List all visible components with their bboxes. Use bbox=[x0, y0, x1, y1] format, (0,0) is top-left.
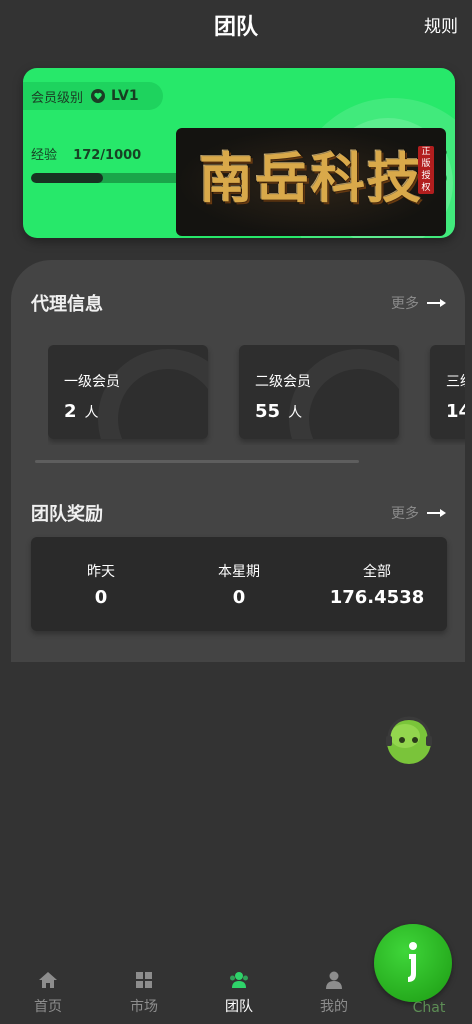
experience-row: 经验 172/1000 bbox=[31, 144, 141, 163]
reward-value: 0 bbox=[94, 587, 108, 608]
agent-more-label: 更多 bbox=[391, 296, 419, 312]
horizontal-scrollbar[interactable] bbox=[35, 460, 359, 463]
member-level-card: 会员级别 LV1 经验 172/1000 % 南岳科技 正版授权 bbox=[23, 68, 455, 238]
nav-item-market[interactable]: 市场 bbox=[104, 970, 184, 1016]
experience-progress-fill bbox=[31, 173, 103, 183]
home-icon bbox=[39, 972, 57, 988]
nav-label: 我的 bbox=[320, 999, 348, 1015]
agent-card-count: 55 人 bbox=[255, 401, 303, 422]
agent-card-count: 2人 bbox=[64, 401, 99, 422]
team-rewards-title: 团队奖励 bbox=[31, 504, 103, 525]
team-icon bbox=[230, 972, 248, 988]
main-panel: 代理信息 更多 一级会员 2人 二级会员 55人 三级会员 14人 团队奖励 更… bbox=[11, 260, 465, 662]
nav-item-home[interactable]: 首页 bbox=[8, 970, 88, 1016]
nav-label: 团队 bbox=[225, 999, 253, 1015]
brand-logo-seal: 正版授权 bbox=[418, 146, 434, 194]
agent-card-label: 三级会员 bbox=[446, 374, 465, 390]
agent-card-level-3[interactable]: 三级会员 14人 bbox=[430, 345, 465, 439]
heart-badge-icon bbox=[91, 89, 106, 103]
arrow-right-icon bbox=[427, 299, 446, 307]
nav-item-mine[interactable]: 我的 bbox=[294, 970, 374, 1016]
agent-card-level-1[interactable]: 一级会员 2人 bbox=[48, 345, 208, 439]
assistant-mascot-icon[interactable] bbox=[385, 714, 433, 766]
reward-label: 全部 bbox=[363, 564, 391, 580]
brand-logo-text: 南岳科技 bbox=[199, 146, 423, 210]
reward-value: 176.4538 bbox=[329, 587, 425, 608]
rules-link[interactable]: 规则 bbox=[424, 12, 458, 37]
reward-value: 0 bbox=[232, 587, 246, 608]
bottom-nav: 首页 市场 团队 我的 Chat bbox=[0, 962, 472, 1024]
nav-label: 市场 bbox=[130, 999, 158, 1015]
experience-label: 经验 bbox=[31, 148, 58, 163]
reward-total: 全部 176.4538 bbox=[307, 561, 447, 608]
grid-icon bbox=[136, 972, 152, 988]
agent-card-count: 14人 bbox=[446, 401, 465, 422]
reward-label: 昨天 bbox=[87, 564, 115, 580]
brand-logo-image: 南岳科技 正版授权 bbox=[176, 128, 446, 236]
rewards-more-link[interactable]: 更多 bbox=[391, 503, 447, 523]
agent-cards-scroller[interactable]: 一级会员 2人 二级会员 55人 三级会员 14人 bbox=[48, 345, 465, 445]
page-title: 团队 bbox=[213, 15, 258, 40]
chat-label[interactable]: Chat bbox=[389, 1000, 469, 1016]
team-rewards-summary: 昨天 0 本星期 0 全部 176.4538 bbox=[31, 537, 447, 631]
reward-yesterday: 昨天 0 bbox=[31, 561, 171, 608]
member-level-value: LV1 bbox=[111, 88, 139, 104]
member-level-label: 会员级别 bbox=[31, 90, 84, 106]
nav-item-team[interactable]: 团队 bbox=[199, 970, 279, 1016]
experience-value: 172/1000 bbox=[73, 148, 142, 163]
card-decoration bbox=[98, 349, 208, 439]
user-icon bbox=[326, 971, 342, 989]
header: 团队 规则 bbox=[0, 0, 472, 50]
card-decoration bbox=[289, 349, 399, 439]
reward-label: 本星期 bbox=[218, 564, 260, 580]
agent-card-label: 一级会员 bbox=[64, 374, 120, 390]
agent-card-level-2[interactable]: 二级会员 55 人 bbox=[239, 345, 399, 439]
member-level-badge: 会员级别 LV1 bbox=[23, 82, 163, 110]
agent-more-link[interactable]: 更多 bbox=[391, 293, 447, 313]
agent-info-title: 代理信息 bbox=[31, 294, 103, 315]
rewards-more-label: 更多 bbox=[391, 506, 419, 522]
reward-this-week: 本星期 0 bbox=[169, 561, 309, 608]
arrow-right-icon bbox=[427, 509, 446, 517]
agent-card-label: 二级会员 bbox=[255, 374, 311, 390]
nav-label: 首页 bbox=[34, 999, 62, 1015]
